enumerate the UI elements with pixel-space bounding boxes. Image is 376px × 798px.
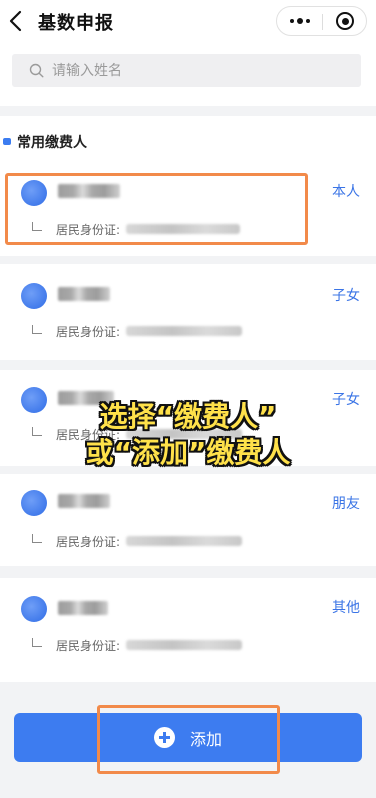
more-dots-icon[interactable]	[277, 7, 322, 35]
avatar	[21, 490, 47, 516]
relation-label: 其他	[332, 600, 360, 616]
mini-program-capsule	[276, 6, 367, 36]
payer-card[interactable]: 子女 居民身份证:	[0, 264, 376, 360]
relation-label: 子女	[332, 288, 360, 304]
tutorial-caption: 选择“缴费人” 或“添加”缴费人	[56, 399, 320, 471]
highlight-box-self	[5, 173, 308, 245]
id-number-blurred	[126, 326, 242, 336]
tree-connector	[32, 534, 42, 543]
chevron-left-icon[interactable]	[6, 9, 28, 33]
id-type-label: 居民身份证:	[56, 639, 121, 653]
payer-name-blurred	[58, 601, 108, 615]
relation-label: 本人	[332, 184, 360, 200]
id-type-label: 居民身份证:	[56, 535, 121, 549]
nav-bar: 基数申报	[0, 0, 376, 44]
relation-label: 子女	[332, 392, 360, 408]
target-icon[interactable]	[323, 7, 367, 35]
search-icon	[29, 63, 44, 78]
page-title: 基数申报	[38, 13, 114, 34]
avatar	[21, 387, 47, 413]
payer-card[interactable]: 朋友 居民身份证:	[0, 474, 376, 566]
search-bar[interactable]	[12, 54, 361, 87]
section-header: 常用缴费人	[0, 116, 376, 168]
section-title: 常用缴费人	[17, 135, 87, 151]
relation-label: 朋友	[332, 496, 360, 512]
payer-name-blurred	[58, 287, 110, 301]
avatar	[21, 596, 47, 622]
tree-connector	[32, 325, 42, 334]
tree-connector	[32, 638, 42, 647]
search-input[interactable]	[52, 54, 342, 87]
payer-card[interactable]: 其他 居民身份证:	[0, 578, 376, 682]
caption-line-2: 或“添加”缴费人	[85, 436, 291, 469]
id-number-blurred	[126, 640, 242, 650]
id-type-label: 居民身份证:	[56, 325, 121, 339]
tree-connector	[32, 427, 42, 436]
payer-name-blurred	[58, 494, 110, 508]
section-marker	[3, 138, 11, 145]
caption-line-1: 选择“缴费人”	[99, 400, 277, 433]
avatar	[21, 283, 47, 309]
id-number-blurred	[126, 536, 242, 546]
highlight-box-add	[97, 705, 280, 774]
search-area	[0, 44, 376, 106]
